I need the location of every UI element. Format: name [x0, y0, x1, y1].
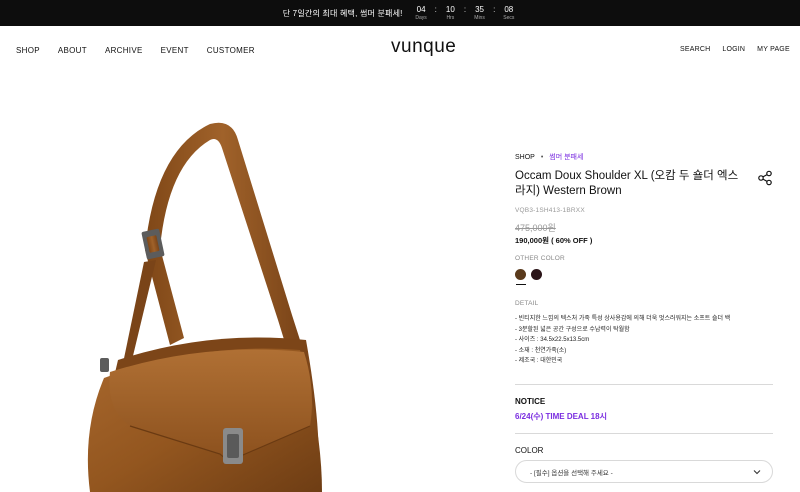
selected-swatch-indicator [516, 284, 526, 285]
countdown-timer: 04 Days : 10 Hrs : 35 Mins : 08 Secs [413, 5, 518, 22]
timer-minutes-label: Mins [474, 14, 485, 21]
timer-separator: : [463, 4, 467, 14]
breadcrumb-current[interactable]: 썸머 분패세 [549, 152, 583, 162]
original-price: 475,000원 [515, 223, 556, 233]
utility-nav: SEARCH LOGIN MY PAGE C [680, 46, 800, 53]
other-color-label: OTHER COLOR [515, 255, 565, 262]
timer-days: 04 Days [413, 5, 430, 22]
nav-search[interactable]: SEARCH [680, 46, 710, 53]
sale-price: 190,000원 ( 60% OFF ) [515, 236, 593, 245]
nav-shop[interactable]: SHOP [16, 46, 40, 55]
timer-hours-value: 10 [445, 4, 455, 14]
detail-item: - 사이즈 : 34.5x22.5x13.5cm [515, 337, 590, 343]
select-placeholder: - [필수] 옵션을 선택해 주세요 - [530, 469, 613, 477]
detail-item: - 제조국 : 대한민국 [515, 358, 563, 364]
detail-label: DETAIL [515, 300, 539, 307]
nav-customer[interactable]: CUSTOMER [207, 46, 255, 55]
timer-minutes-value: 35 [475, 4, 485, 14]
product-image [87, 122, 322, 492]
timer-seconds-label: Secs [503, 14, 515, 21]
nav-archive[interactable]: ARCHIVE [105, 46, 143, 55]
timer-hours: 10 Hrs [442, 5, 459, 22]
swatch-dark[interactable] [531, 269, 542, 280]
breadcrumb: SHOP • 썸머 분패세 [515, 152, 583, 162]
product-title: Occam Doux Shoulder XL (오캄 두 숄더 엑스 라지) W… [515, 170, 739, 197]
divider [515, 384, 773, 385]
nav-about[interactable]: ABOUT [58, 46, 87, 55]
timer-seconds-value: 08 [504, 4, 514, 14]
notice-text: 6/24(수) TIME DEAL 18시 [515, 412, 607, 421]
site-header: SHOP ABOUT ARCHIVE EVENT CUSTOMER vunque… [0, 26, 800, 74]
detail-list: - 빈티지한 느낌의 텍스처 가죽 특성 상사용감에 의해 더욱 멋스러워지는 … [515, 314, 775, 367]
swatch-brown[interactable] [515, 269, 526, 280]
site-logo[interactable]: vunque [391, 36, 456, 58]
timer-days-value: 04 [416, 4, 426, 14]
timer-seconds: 08 Secs [500, 5, 517, 22]
timer-hours-label: Hrs [446, 14, 455, 21]
color-option-select[interactable]: - [필수] 옵션을 선택해 주세요 - [515, 460, 773, 483]
nav-event[interactable]: EVENT [161, 46, 189, 55]
product-code: VQB3-1SH413-1BRXX [515, 207, 585, 214]
color-option-label: COLOR [515, 446, 544, 455]
detail-item: - 소재 : 천연가죽(소) [515, 347, 567, 354]
divider [515, 433, 773, 434]
promo-bar: 단 7일간의 최대 혜택, 썸머 분패세! 04 Days : 10 Hrs :… [0, 0, 800, 26]
breadcrumb-shop[interactable]: SHOP [515, 154, 535, 161]
promo-text: 단 7일간의 최대 혜택, 썸머 분패세! [282, 8, 403, 18]
timer-minutes: 35 Mins [471, 5, 488, 22]
timer-separator: : [493, 4, 496, 14]
color-swatches [515, 269, 542, 280]
share-icon[interactable] [757, 170, 773, 186]
timer-separator: : [434, 4, 437, 14]
nav-my-page[interactable]: MY PAGE [757, 46, 790, 53]
breadcrumb-separator: • [540, 153, 544, 161]
main-nav: SHOP ABOUT ARCHIVE EVENT CUSTOMER [16, 46, 255, 55]
detail-item: - 3분할된 넓은 공간 구성으로 수납력이 탁월함 [515, 326, 630, 333]
detail-item: - 빈티지한 느낌의 텍스처 가죽 특성 상사용감에 의해 더욱 멋스러워지는 … [515, 316, 731, 322]
notice-label: NOTICE [515, 397, 546, 406]
timer-days-label: Days [415, 14, 427, 21]
nav-login[interactable]: LOGIN [722, 46, 745, 53]
chevron-down-icon [753, 470, 761, 475]
